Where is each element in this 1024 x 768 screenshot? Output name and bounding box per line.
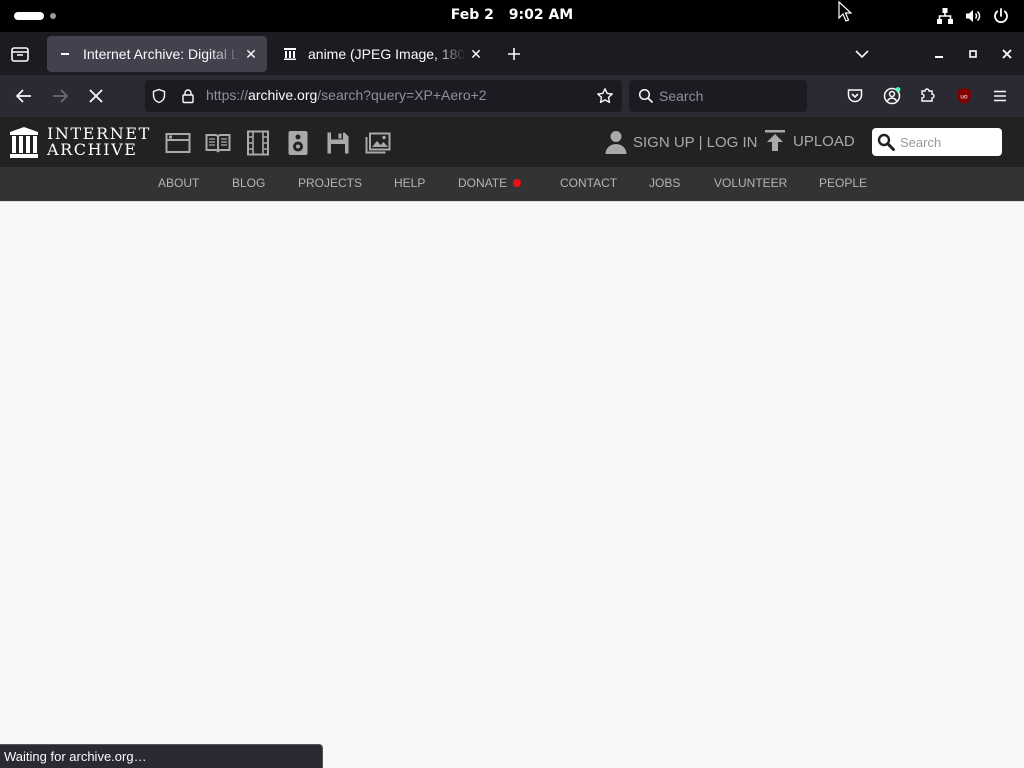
status-panel: Waiting for archive.org… — [0, 744, 323, 768]
archive-favicon-icon — [282, 46, 298, 62]
donate-heart-icon — [513, 179, 522, 187]
power-icon[interactable] — [992, 7, 1010, 25]
software-floppy-icon[interactable] — [324, 130, 352, 156]
url-host: archive.org — [248, 87, 318, 103]
url-path: /search?query=XP+Aero+2 — [317, 87, 487, 103]
volume-icon[interactable] — [964, 7, 982, 25]
arrow-right-icon — [53, 89, 69, 103]
list-all-tabs-button[interactable] — [852, 44, 872, 64]
ia-sub-nav: ABOUT BLOG PROJECTS HELP DONATE CONTACT … — [0, 167, 1024, 201]
tab-loading-icon — [57, 46, 73, 62]
bookmark-star-icon[interactable] — [596, 87, 614, 105]
pocket-icon — [847, 89, 863, 103]
close-icon — [1002, 49, 1012, 59]
nav-contact[interactable]: CONTACT — [560, 176, 617, 190]
images-icon[interactable] — [364, 130, 392, 156]
tab-strip: Internet Archive: Digital Library of Fre… — [0, 32, 1024, 75]
puzzle-piece-icon — [921, 88, 935, 102]
forward-button[interactable] — [48, 84, 72, 108]
hamburger-menu-icon — [994, 90, 1006, 102]
web-archive-icon[interactable] — [164, 130, 192, 156]
firefox-view-icon — [11, 47, 29, 62]
ublock-origin-button[interactable]: uo — [952, 84, 976, 108]
tab-close-icon[interactable]: ✕ — [466, 44, 486, 64]
firefox-view-button[interactable] — [8, 42, 32, 66]
ia-search-input[interactable] — [900, 133, 996, 151]
nav-about[interactable]: ABOUT — [158, 176, 199, 190]
nav-people[interactable]: PEOPLE — [819, 176, 867, 190]
extensions-button[interactable] — [916, 84, 940, 108]
tab-title: Internet Archive: Digital Library of Fre… — [83, 46, 241, 62]
page-content — [0, 201, 1024, 768]
texts-book-icon[interactable] — [204, 130, 232, 156]
logo-line-archive: ARCHIVE — [47, 140, 138, 159]
media-type-icons — [164, 130, 392, 156]
url-scheme: https:// — [206, 87, 249, 103]
ia-top-nav: INTERNET ARCHIVE SIGN UP | LOG IN UPLOAD — [0, 117, 1024, 167]
upload-link[interactable]: UPLOAD — [765, 130, 855, 152]
nav-jobs[interactable]: JOBS — [649, 176, 680, 190]
lock-icon[interactable] — [180, 88, 196, 104]
pocket-button[interactable] — [843, 84, 867, 108]
sign-up-log-in-text: SIGN UP | LOG IN — [633, 133, 758, 151]
account-button[interactable] — [880, 84, 904, 108]
new-tab-button[interactable] — [503, 43, 525, 65]
nav-donate-label: DONATE — [458, 176, 508, 190]
nav-projects[interactable]: PROJECTS — [298, 176, 362, 190]
clock[interactable]: Feb 2 9:02 AM — [0, 7, 1024, 23]
clock-date: Feb 2 — [450, 7, 494, 23]
video-film-icon[interactable] — [244, 130, 272, 156]
network-icon[interactable] — [936, 7, 954, 25]
navigation-toolbar: https://archive.org/search?query=XP+Aero… — [0, 75, 1024, 117]
browser-search-input[interactable] — [659, 86, 799, 106]
sign-up-log-in-link[interactable]: SIGN UP | LOG IN — [605, 130, 757, 154]
upload-text: UPLOAD — [793, 132, 855, 150]
ublock-shield-icon: uo — [957, 88, 971, 104]
url-bar[interactable]: https://archive.org/search?query=XP+Aero… — [145, 80, 622, 112]
search-icon[interactable] — [877, 133, 895, 151]
chevron-down-icon — [855, 50, 869, 59]
maximize-icon — [969, 50, 977, 58]
browser-search-bar[interactable] — [629, 80, 807, 112]
search-icon — [638, 88, 654, 104]
tab-anime-image[interactable]: anime (JPEG Image, 1800 × 1200 pixels) ✕ — [272, 36, 492, 72]
nav-volunteer[interactable]: VOLUNTEER — [714, 176, 787, 190]
minimize-icon — [935, 56, 943, 58]
system-top-bar: Feb 2 9:02 AM — [0, 0, 1024, 32]
internet-archive-logo-icon — [10, 127, 38, 158]
tab-close-icon[interactable]: ✕ — [241, 44, 261, 64]
maximize-button[interactable] — [963, 44, 983, 64]
arrow-left-icon — [15, 89, 31, 103]
url-text[interactable]: https://archive.org/search?query=XP+Aero… — [206, 87, 487, 103]
back-button[interactable] — [12, 84, 36, 108]
mouse-cursor-icon — [838, 1, 852, 22]
ia-logo-text: INTERNET ARCHIVE — [47, 126, 151, 158]
tracking-protection-shield-icon[interactable] — [151, 88, 167, 104]
upload-arrow-icon — [765, 130, 785, 151]
user-icon — [605, 131, 627, 154]
ia-logo-link[interactable]: INTERNET ARCHIVE — [10, 126, 151, 158]
nav-help[interactable]: HELP — [394, 176, 425, 190]
stop-icon — [89, 89, 103, 103]
audio-speaker-icon[interactable] — [284, 130, 312, 156]
tab-internet-archive[interactable]: Internet Archive: Digital Library of Fre… — [47, 36, 267, 72]
plus-icon — [508, 48, 520, 60]
nav-donate[interactable]: DONATE — [458, 176, 522, 190]
svg-text:uo: uo — [960, 94, 968, 101]
minimize-button[interactable] — [929, 44, 949, 64]
clock-time: 9:02 AM — [508, 7, 574, 23]
account-icon — [883, 87, 901, 105]
nav-blog[interactable]: BLOG — [232, 176, 265, 190]
ia-search-box[interactable] — [872, 128, 1002, 156]
tab-title: anime (JPEG Image, 1800 × 1200 pixels) — [308, 46, 466, 62]
close-window-button[interactable] — [997, 44, 1017, 64]
stop-loading-button[interactable] — [84, 84, 108, 108]
app-menu-button[interactable] — [988, 84, 1012, 108]
